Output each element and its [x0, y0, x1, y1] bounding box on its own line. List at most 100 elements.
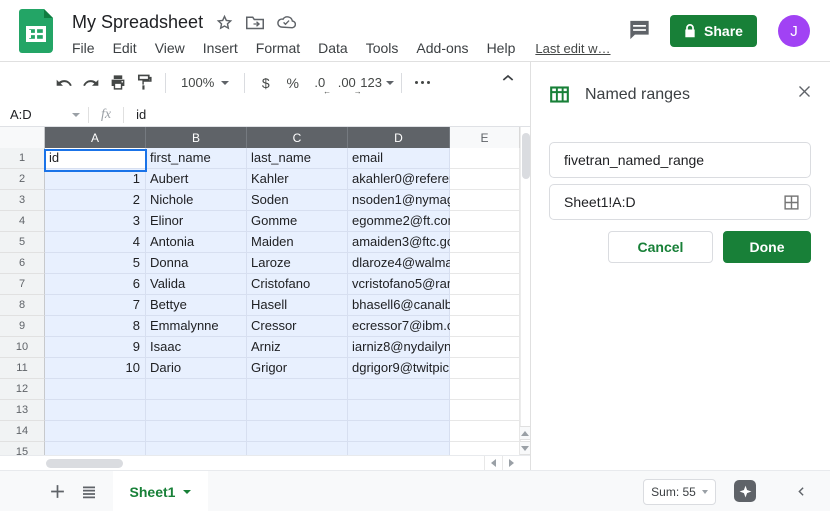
cell[interactable] [146, 442, 247, 455]
cell[interactable] [247, 379, 348, 400]
row-header-10[interactable]: 10 [0, 337, 45, 358]
decrease-decimal-button[interactable]: .0← [306, 70, 333, 96]
cell[interactable] [450, 190, 520, 211]
cell[interactable]: 8 [45, 316, 146, 337]
collapse-panel-icon[interactable] [795, 484, 808, 504]
cell[interactable]: Arniz [247, 337, 348, 358]
number-format-button[interactable]: 123 [360, 70, 394, 96]
cell[interactable] [247, 400, 348, 421]
scroll-right-icon[interactable] [502, 456, 520, 470]
column-header-d[interactable]: D [348, 127, 450, 150]
cell[interactable]: Valida [146, 274, 247, 295]
cell[interactable]: Dario [146, 358, 247, 379]
cell[interactable] [247, 421, 348, 442]
menu-item-format[interactable]: Format [256, 40, 300, 56]
cell[interactable] [450, 400, 520, 421]
zoom-select[interactable]: 100% [173, 75, 237, 90]
cell[interactable]: Kahler [247, 169, 348, 190]
share-button[interactable]: Share [670, 15, 757, 47]
cell[interactable]: 7 [45, 295, 146, 316]
row-header-13[interactable]: 13 [0, 400, 45, 421]
format-currency-button[interactable]: $ [252, 70, 279, 96]
cell[interactable] [348, 379, 450, 400]
cell[interactable]: Antonia [146, 232, 247, 253]
row-header-4[interactable]: 4 [0, 211, 45, 232]
cell[interactable] [450, 379, 520, 400]
row-header-1[interactable]: 1 [0, 148, 45, 169]
cell[interactable] [146, 421, 247, 442]
cell[interactable]: Gomme [247, 211, 348, 232]
cell[interactable]: 9 [45, 337, 146, 358]
comment-history-icon[interactable] [628, 19, 651, 46]
cell[interactable] [450, 316, 520, 337]
column-header-b[interactable]: B [146, 127, 247, 150]
cell[interactable]: Bettye [146, 295, 247, 316]
menu-item-file[interactable]: File [72, 40, 95, 56]
menu-item-help[interactable]: Help [487, 40, 516, 56]
row-header-11[interactable]: 11 [0, 358, 45, 379]
cell[interactable] [450, 232, 520, 253]
cell[interactable] [348, 400, 450, 421]
cell[interactable] [450, 148, 520, 169]
cell[interactable]: Hasell [247, 295, 348, 316]
cell[interactable] [45, 442, 146, 455]
print-icon[interactable] [104, 70, 131, 96]
redo-icon[interactable] [77, 70, 104, 96]
cell[interactable]: 1 [45, 169, 146, 190]
sum-badge[interactable]: Sum: 55 [643, 479, 716, 505]
cell[interactable]: email [348, 148, 450, 169]
sheet-tab-sheet1[interactable]: Sheet1 [113, 471, 208, 511]
cell[interactable] [450, 253, 520, 274]
cell[interactable]: Laroze [247, 253, 348, 274]
cell[interactable]: 2 [45, 190, 146, 211]
horizontal-scrollbar[interactable] [0, 455, 530, 470]
close-icon[interactable] [797, 84, 812, 104]
column-header-e[interactable]: E [450, 127, 520, 150]
row-header-2[interactable]: 2 [0, 169, 45, 190]
menu-item-add-ons[interactable]: Add-ons [416, 40, 468, 56]
cell[interactable]: 10 [45, 358, 146, 379]
vertical-scrollbar[interactable] [520, 127, 530, 455]
paint-format-icon[interactable] [131, 70, 158, 96]
row-header-12[interactable]: 12 [0, 379, 45, 400]
row-header-5[interactable]: 5 [0, 232, 45, 253]
cell[interactable]: Soden [247, 190, 348, 211]
cell[interactable]: Elinor [146, 211, 247, 232]
explore-icon[interactable] [734, 480, 756, 502]
name-box[interactable]: A:D [0, 107, 88, 122]
cloud-status-icon[interactable] [277, 15, 296, 29]
cell[interactable] [450, 295, 520, 316]
cell[interactable]: iarniz8@nydailynews.com [348, 337, 450, 358]
cell[interactable]: nsoden1@nymag.com [348, 190, 450, 211]
account-avatar[interactable]: J [778, 15, 810, 47]
more-toolbar-icon[interactable] [409, 70, 436, 96]
row-header-6[interactable]: 6 [0, 253, 45, 274]
menu-item-data[interactable]: Data [318, 40, 348, 56]
select-all-corner[interactable] [0, 127, 45, 150]
cell[interactable]: Maiden [247, 232, 348, 253]
row-header-7[interactable]: 7 [0, 274, 45, 295]
done-button[interactable]: Done [723, 231, 811, 263]
all-sheets-icon[interactable] [76, 471, 102, 511]
cell[interactable]: Emmalynne [146, 316, 247, 337]
cell[interactable] [146, 400, 247, 421]
cell[interactable]: Isaac [146, 337, 247, 358]
sheets-logo-icon[interactable] [19, 9, 53, 53]
vertical-scrollbar-thumb[interactable] [522, 133, 530, 179]
document-title[interactable]: My Spreadsheet [72, 12, 203, 33]
cell[interactable]: Cressor [247, 316, 348, 337]
undo-icon[interactable] [50, 70, 77, 96]
cell[interactable]: Donna [146, 253, 247, 274]
cancel-button[interactable]: Cancel [608, 231, 713, 263]
cell[interactable]: 3 [45, 211, 146, 232]
cell[interactable]: dlaroze4@walmart.com [348, 253, 450, 274]
row-header-9[interactable]: 9 [0, 316, 45, 337]
cell[interactable]: Aubert [146, 169, 247, 190]
range-name-input[interactable]: fivetran_named_range [549, 142, 811, 178]
cell[interactable]: amaiden3@ftc.gov [348, 232, 450, 253]
cell[interactable]: vcristofano5@rambler.ru [348, 274, 450, 295]
cell[interactable]: akahler0@reference.com [348, 169, 450, 190]
cell[interactable] [450, 421, 520, 442]
cell[interactable] [146, 379, 247, 400]
menu-item-edit[interactable]: Edit [113, 40, 137, 56]
